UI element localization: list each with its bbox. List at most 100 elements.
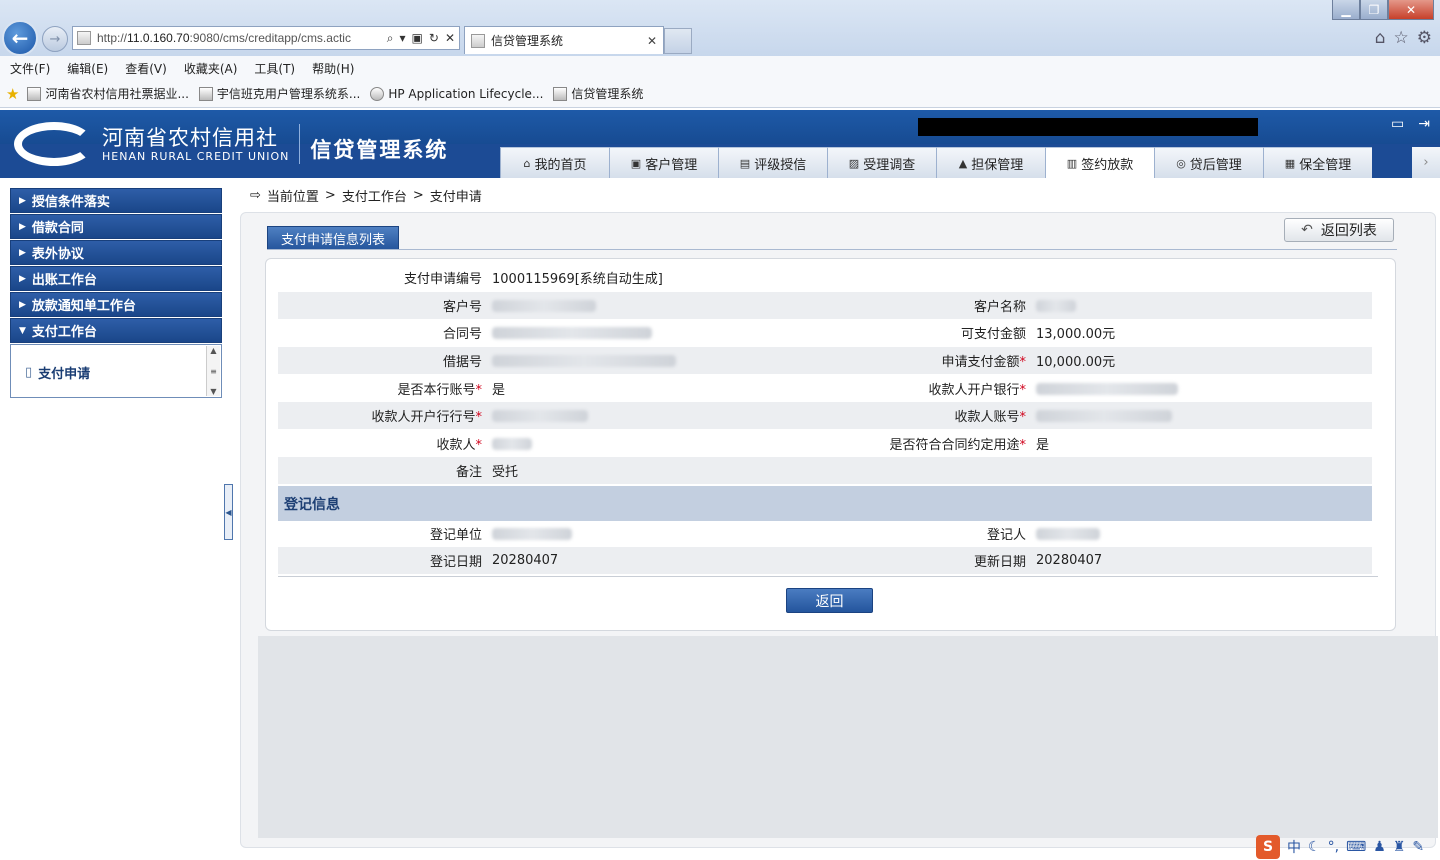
menu-view[interactable]: 查看(V) bbox=[125, 60, 167, 77]
own-bank-label: 是否本行账号* bbox=[397, 383, 482, 398]
sidebar-item-loan-contract[interactable]: ▶ 借款合同 bbox=[10, 214, 222, 239]
menu-help[interactable]: 帮助(H) bbox=[312, 60, 354, 77]
redacted-user-info bbox=[918, 118, 1258, 136]
compat-view-icon[interactable]: ▣ bbox=[412, 31, 423, 46]
logo-mark-icon bbox=[14, 122, 94, 166]
payee-account-value bbox=[1036, 408, 1370, 423]
address-bar[interactable]: http://11.0.160.70:9080/cms/creditapp/cm… bbox=[72, 26, 460, 50]
expand-arrow-icon: ▶ bbox=[19, 221, 26, 232]
nav-scroll-right-icon[interactable]: › bbox=[1412, 147, 1440, 178]
maximize-icon[interactable]: ❐ bbox=[1360, 0, 1388, 20]
guarantee-icon: ▲ bbox=[958, 156, 968, 170]
favorites-star-icon[interactable]: ☆ bbox=[1394, 28, 1409, 48]
breadcrumb-payment-desk[interactable]: 支付工作台 bbox=[342, 186, 407, 205]
browser-menubar: 文件(F) 编辑(E) 查看(V) 收藏夹(A) 工具(T) 帮助(H) bbox=[0, 56, 1440, 80]
main-nav: ⌂ 我的首页 ▣ 客户管理 ▤ 评级授信 ▨ 受理调查 ▲ 担保管理 ▥ 签约放款 ◎ 贷后管… bbox=[500, 147, 1372, 178]
sidebar-item-payment-desk[interactable]: ▼ 支付工作台 bbox=[10, 318, 222, 343]
forward-button[interactable]: → bbox=[42, 26, 68, 52]
keyboard-icon[interactable]: ⌨ bbox=[1346, 839, 1366, 855]
refresh-icon[interactable]: ↻ bbox=[429, 31, 439, 46]
nav-signing[interactable]: ▥ 签约放款 bbox=[1045, 147, 1154, 178]
submenu-scrollbar[interactable]: ▲ ≡ ▼ bbox=[206, 346, 220, 396]
tab-favicon-icon bbox=[471, 33, 485, 48]
document-icon: ▯ bbox=[25, 365, 33, 380]
favorites-star-icon[interactable]: ★ bbox=[6, 85, 19, 103]
survey-icon: ▨ bbox=[848, 156, 860, 170]
collapse-arrow-icon: ▼ bbox=[19, 325, 26, 336]
apply-amount-label: 申请支付金额* bbox=[941, 355, 1026, 370]
dropdown-icon[interactable]: ▾ bbox=[400, 31, 406, 46]
app-logo: 河南省农村信用社 HENAN RURAL CREDIT UNION 信贷管理系统 bbox=[14, 122, 448, 166]
menu-favorites[interactable]: 收藏夹(A) bbox=[184, 60, 238, 77]
purpose-match-value: 是 bbox=[1036, 438, 1050, 453]
nav-customer[interactable]: ▣ 客户管理 bbox=[609, 147, 718, 178]
favorite-link[interactable]: 河南省农村信用社票据业... bbox=[27, 85, 189, 102]
own-bank-value: 是 bbox=[492, 383, 506, 398]
payee-account-label: 收款人账号* bbox=[954, 410, 1026, 425]
nav-rating[interactable]: ▤ 评级授信 bbox=[718, 147, 827, 178]
ime-toolbar: S 中 ☾ °, ⌨ ♟ ♜ ✎ bbox=[1256, 834, 1440, 860]
moon-icon[interactable]: ☾ bbox=[1308, 839, 1321, 855]
tab-close-icon[interactable]: ✕ bbox=[647, 34, 657, 48]
menu-file[interactable]: 文件(F) bbox=[10, 60, 50, 77]
window-controls: ▁ ❐ ✕ bbox=[1332, 0, 1434, 20]
page-icon bbox=[27, 86, 42, 101]
minimize-icon[interactable]: ▁ bbox=[1332, 0, 1360, 20]
register-person-value bbox=[1036, 526, 1370, 541]
browser-tab[interactable]: 信贷管理系统 ✕ bbox=[464, 26, 664, 54]
ime-logo-icon[interactable]: S bbox=[1256, 835, 1280, 859]
search-icon[interactable]: ⌕ bbox=[387, 31, 394, 46]
logout-icon[interactable]: ⇥ bbox=[1418, 116, 1430, 132]
content-lower-area bbox=[258, 636, 1438, 838]
page-icon bbox=[198, 86, 213, 101]
user-icon[interactable]: ♟ bbox=[1373, 839, 1386, 855]
rating-icon: ▤ bbox=[739, 156, 751, 170]
form-row: 支付申请编号 1000115969[系统自动生成] bbox=[278, 264, 1372, 291]
favorite-link[interactable]: 信贷管理系统 bbox=[553, 85, 643, 102]
section-tab[interactable]: 支付申请信息列表 bbox=[267, 226, 399, 250]
url-text: http://11.0.160.70:9080/cms/creditapp/cm… bbox=[97, 31, 351, 45]
sidebar-item-credit-conditions[interactable]: ▶ 授信条件落实 bbox=[10, 188, 222, 213]
nav-guarantee[interactable]: ▲ 担保管理 bbox=[936, 147, 1045, 178]
back-to-list-button[interactable]: ↶ 返回列表 bbox=[1284, 218, 1394, 242]
sidebar-item-notice-desk[interactable]: ▶ 放款通知单工作台 bbox=[10, 292, 222, 317]
favorite-link[interactable]: 宇信班克用户管理系统系... bbox=[198, 85, 360, 102]
browser-titlebar: ▁ ❐ ✕ ← → http://11.0.160.70:9080/cms/cr… bbox=[0, 0, 1440, 56]
punctuation-icon[interactable]: °, bbox=[1328, 839, 1339, 855]
expand-arrow-icon: ▶ bbox=[19, 195, 26, 206]
sidebar-collapse-handle[interactable]: ◀ bbox=[224, 484, 233, 540]
breadcrumb-payment-apply: 支付申请 bbox=[429, 190, 482, 205]
sidebar-item-disbursement-desk[interactable]: ▶ 出账工作台 bbox=[10, 266, 222, 291]
contract-no-value bbox=[492, 325, 826, 340]
favorites-bar: ★ 河南省农村信用社票据业... 宇信班克用户管理系统系... HP Appli… bbox=[0, 80, 1440, 108]
menu-tools[interactable]: 工具(T) bbox=[254, 60, 295, 77]
ime-mode[interactable]: 中 bbox=[1287, 837, 1301, 857]
menu-edit[interactable]: 编辑(E) bbox=[67, 60, 108, 77]
page-favicon-icon bbox=[77, 31, 91, 45]
nav-home[interactable]: ⌂ 我的首页 bbox=[500, 147, 609, 178]
form-row: 合同号 可支付金额 13,000.00元 bbox=[278, 319, 1372, 346]
sidebar-item-off-balance[interactable]: ▶ 表外协议 bbox=[10, 240, 222, 265]
wrench-icon[interactable]: ✎ bbox=[1412, 839, 1424, 855]
nav-post-loan[interactable]: ◎ 贷后管理 bbox=[1154, 147, 1263, 178]
home-icon[interactable]: ⌂ bbox=[1375, 28, 1386, 48]
update-date-value: 20280407 bbox=[1036, 553, 1103, 568]
form-row: 借据号 申请支付金额* 10,000.00元 bbox=[278, 347, 1372, 374]
form-row: 收款人* 是否符合合同约定用途* 是 bbox=[278, 430, 1372, 457]
back-button[interactable]: ← bbox=[2, 20, 38, 56]
nav-survey[interactable]: ▨ 受理调查 bbox=[827, 147, 936, 178]
new-tab-button[interactable] bbox=[664, 28, 692, 54]
customer-name-value bbox=[1036, 298, 1370, 313]
payee-bank-value bbox=[1036, 381, 1370, 396]
favorite-link[interactable]: HP Application Lifecycle... bbox=[370, 86, 543, 101]
skin-icon[interactable]: ♜ bbox=[1393, 839, 1406, 855]
register-unit-value bbox=[492, 526, 826, 541]
stop-icon[interactable]: ✕ bbox=[445, 31, 455, 46]
return-button[interactable]: 返回 bbox=[786, 588, 873, 613]
expand-arrow-icon: ▶ bbox=[19, 247, 26, 258]
nav-preservation[interactable]: ▦ 保全管理 bbox=[1263, 147, 1372, 178]
settings-gear-icon[interactable]: ⚙ bbox=[1417, 28, 1432, 48]
sidebar-item-payment-apply[interactable]: ▯ 支付申请 bbox=[25, 363, 90, 382]
monitor-icon[interactable]: ▭ bbox=[1391, 116, 1404, 132]
close-icon[interactable]: ✕ bbox=[1388, 0, 1434, 20]
